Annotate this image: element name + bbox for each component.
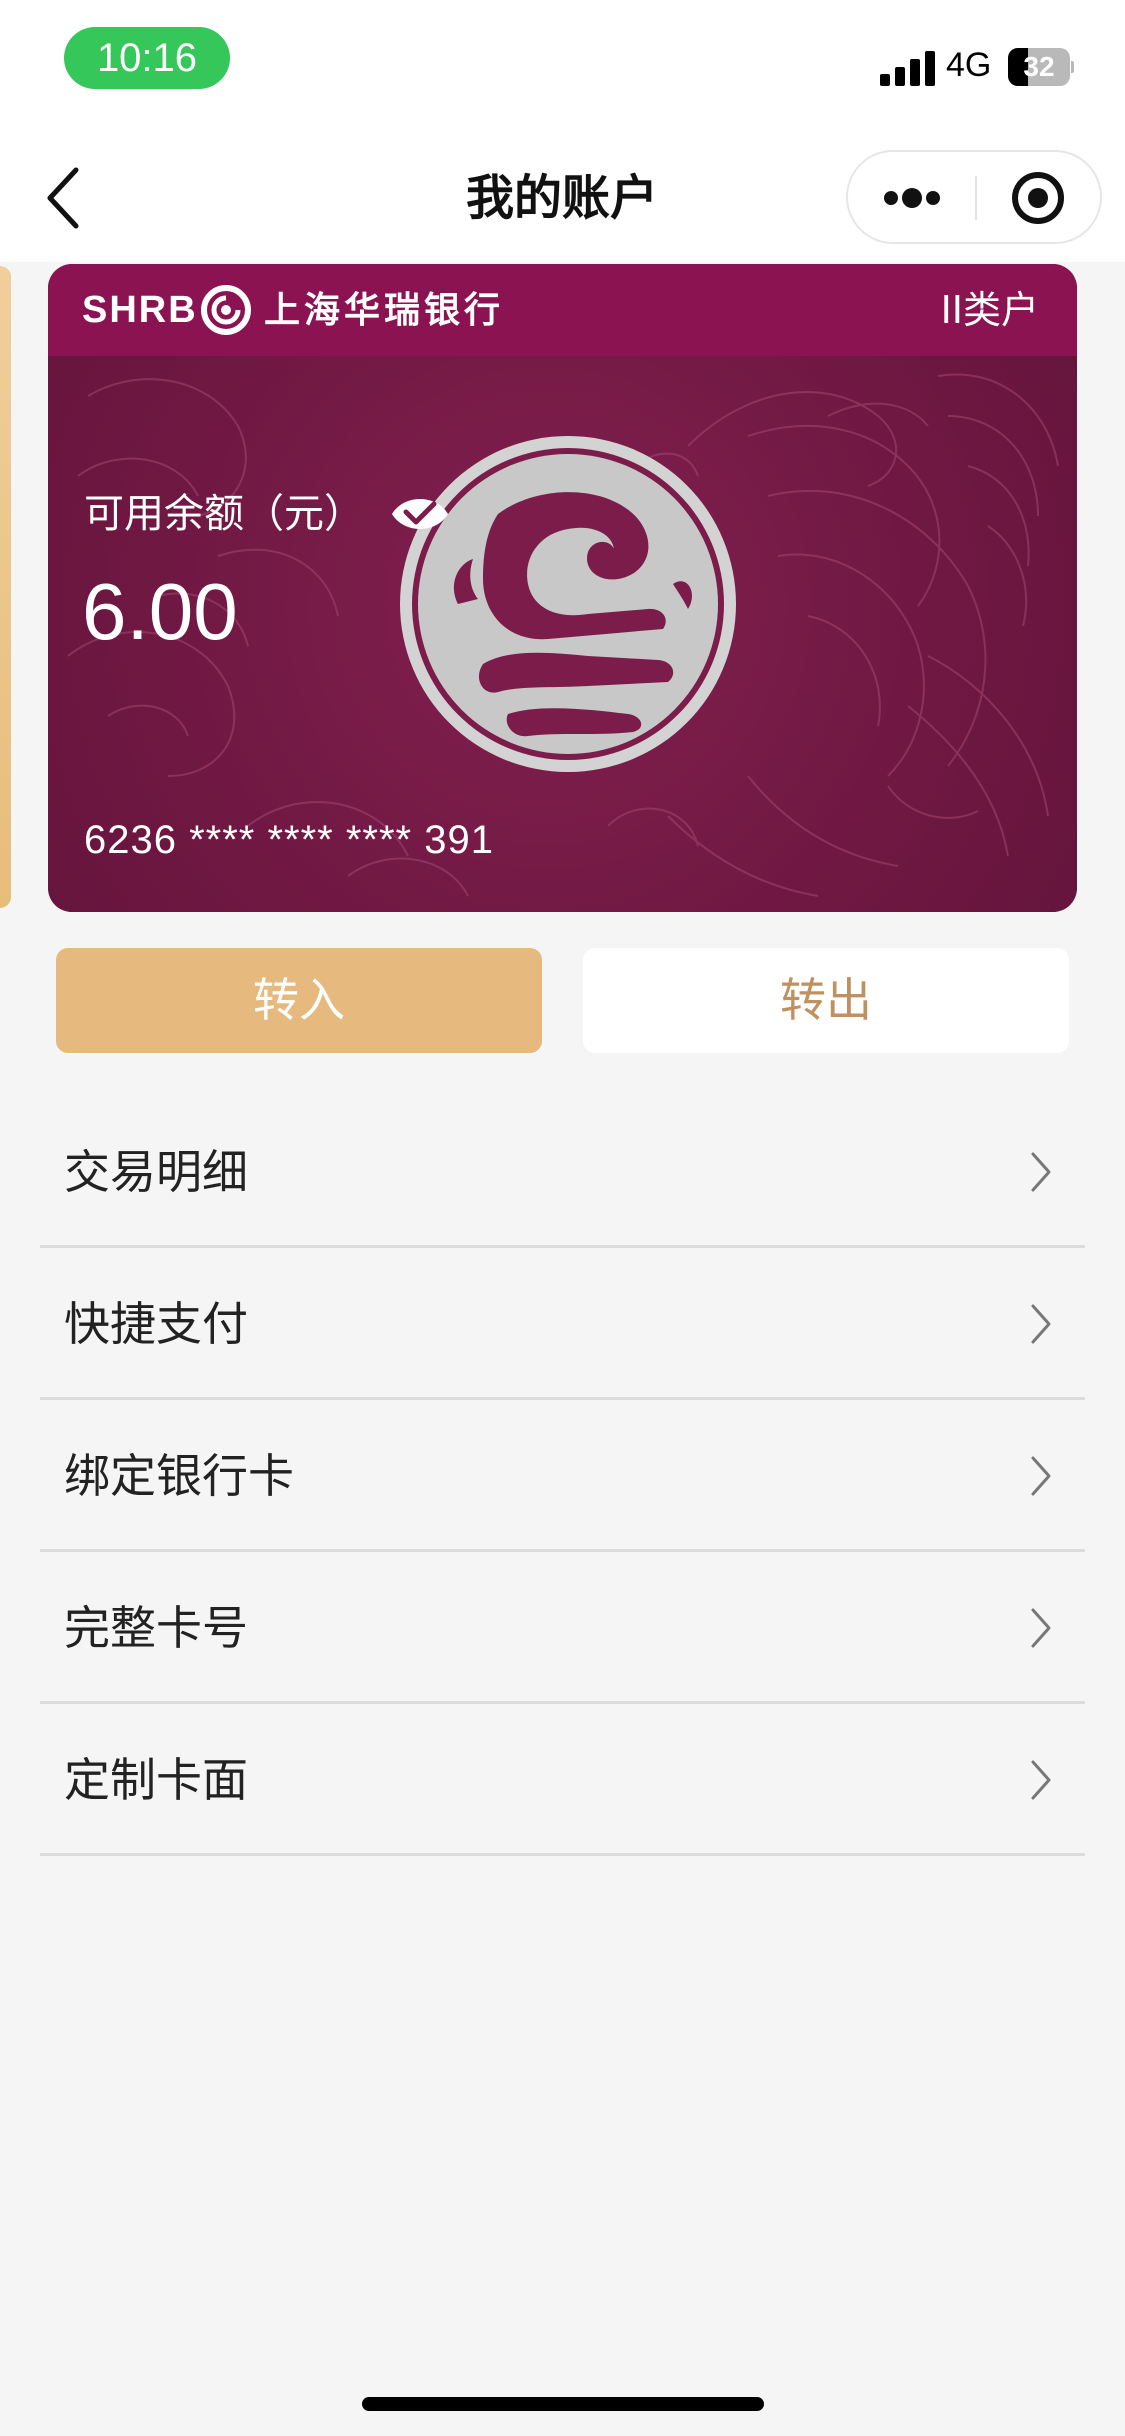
chevron-right-icon: [1031, 1304, 1051, 1344]
balance-amount: 6.00: [82, 567, 238, 656]
back-button[interactable]: [36, 160, 96, 236]
transfer-out-button[interactable]: 转出: [583, 948, 1069, 1053]
menu-item-custom-card-face[interactable]: 定制卡面: [40, 1704, 1085, 1856]
card-number: 6236 **** **** **** 391: [84, 818, 494, 862]
more-button[interactable]: [860, 164, 960, 232]
account-type-badge: II类户: [940, 288, 1039, 332]
close-button[interactable]: [988, 164, 1088, 232]
more-dots-icon: [884, 188, 940, 208]
menu-item-bind-card[interactable]: 绑定银行卡: [40, 1400, 1085, 1552]
transfer-in-button[interactable]: 转入: [56, 948, 542, 1053]
battery-level: 32: [1023, 51, 1055, 82]
menu-item-label: 绑定银行卡: [64, 1449, 294, 1503]
battery-icon: 32: [1008, 48, 1074, 86]
bank-logo-icon: [201, 285, 251, 335]
chevron-right-icon: [1031, 1456, 1051, 1496]
chevron-left-icon: [47, 167, 79, 229]
menu-item-label: 定制卡面: [64, 1753, 248, 1807]
signal-icon: [880, 50, 936, 86]
status-time: 10:16: [64, 27, 230, 89]
chevron-right-icon: [1031, 1152, 1051, 1192]
capsule-divider: [975, 176, 977, 220]
eye-toggle-icon[interactable]: [388, 486, 452, 542]
chevron-right-icon: [1031, 1760, 1051, 1800]
page-title: 我的账户: [465, 170, 658, 226]
menu-item-transactions[interactable]: 交易明细: [40, 1096, 1085, 1248]
previous-card-peek[interactable]: [0, 266, 11, 908]
target-close-icon: [1012, 172, 1064, 224]
menu-item-full-card-number[interactable]: 完整卡号: [40, 1552, 1085, 1704]
balance-label: 可用余额（元）: [84, 491, 364, 537]
bank-card[interactable]: SHRB 上海华瑞银行 II类户 可用余额（元） 6.00 6236 **** …: [48, 264, 1077, 912]
bank-name-en: SHRB: [82, 289, 198, 331]
menu-item-label: 完整卡号: [64, 1601, 248, 1655]
menu-item-quick-pay[interactable]: 快捷支付: [40, 1248, 1085, 1400]
home-indicator: [362, 2397, 764, 2411]
menu-item-label: 快捷支付: [64, 1297, 248, 1351]
bank-name-cn: 上海华瑞银行: [264, 289, 505, 331]
dragon-emblem: [400, 436, 736, 772]
chevron-right-icon: [1031, 1608, 1051, 1648]
network-type: 4G: [946, 46, 992, 84]
account-menu: 交易明细 快捷支付 绑定银行卡 完整卡号 定制卡面: [40, 1096, 1085, 1856]
mini-program-capsule: [846, 150, 1102, 244]
menu-item-label: 交易明细: [64, 1145, 248, 1199]
